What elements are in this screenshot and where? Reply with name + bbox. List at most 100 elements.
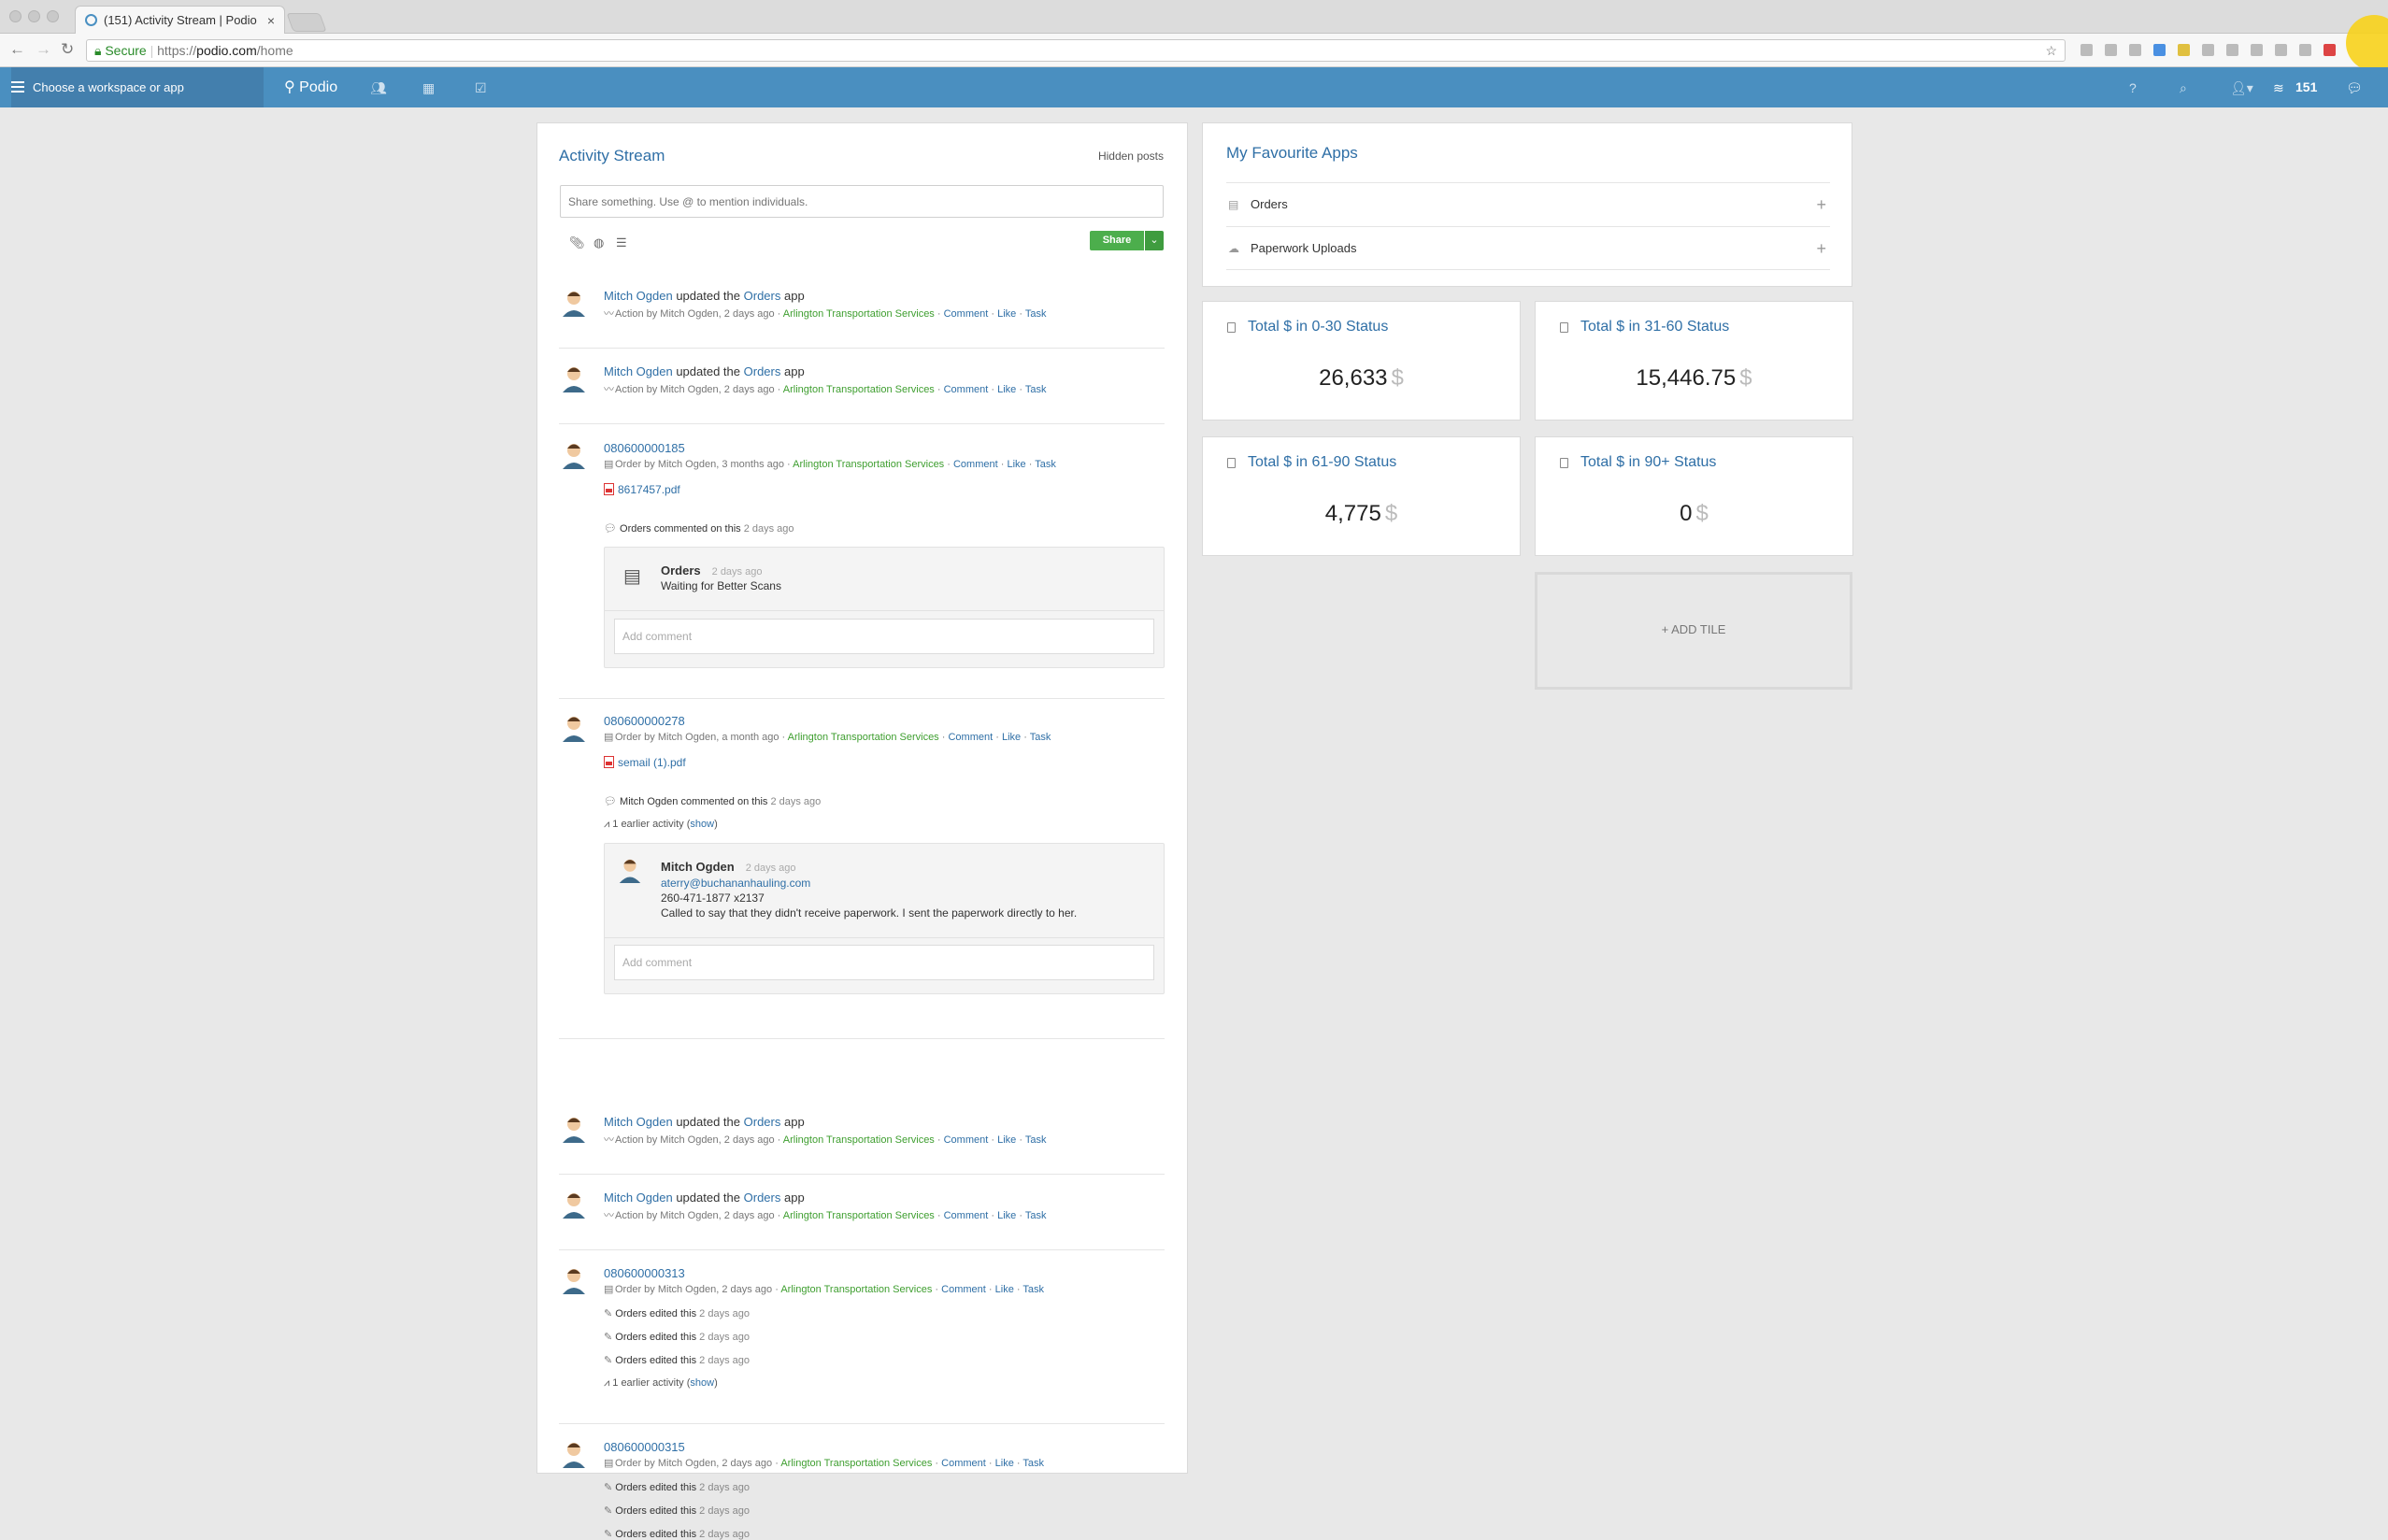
- comment-author[interactable]: Orders: [661, 563, 701, 578]
- add-item-icon[interactable]: +: [1816, 183, 1826, 226]
- avatar[interactable]: [559, 363, 589, 392]
- task-link[interactable]: Task: [1025, 384, 1047, 395]
- comment-link[interactable]: Comment: [944, 1210, 989, 1221]
- workspace-switcher[interactable]: Choose a workspace or app: [11, 67, 264, 107]
- app-link[interactable]: Orders: [744, 364, 781, 378]
- avatar[interactable]: [559, 1189, 589, 1219]
- window-minimize-button[interactable]: [28, 10, 40, 22]
- task-link[interactable]: Task: [1035, 459, 1056, 470]
- avatar[interactable]: [559, 439, 589, 469]
- like-link[interactable]: Like: [997, 384, 1016, 395]
- task-link[interactable]: Task: [1025, 1134, 1047, 1146]
- total-tile[interactable]: Total $ in 61-90 Status 4,775 $: [1202, 436, 1521, 556]
- window-zoom-button[interactable]: [47, 10, 59, 22]
- workspace-link[interactable]: Arlington Transportation Services: [783, 1134, 935, 1146]
- app-link[interactable]: Orders: [744, 1115, 781, 1129]
- notifications-count[interactable]: 151: [2295, 67, 2317, 107]
- browser-tab[interactable]: (151) Activity Stream | Podio ×: [75, 6, 285, 34]
- comment-link[interactable]: Comment: [944, 308, 989, 320]
- extension-icon[interactable]: [2251, 44, 2263, 56]
- window-close-button[interactable]: [9, 10, 21, 22]
- reload-icon[interactable]: ↻: [61, 40, 74, 59]
- task-link[interactable]: Task: [1025, 1210, 1047, 1221]
- workspace-link[interactable]: Arlington Transportation Services: [793, 459, 944, 470]
- avatar[interactable]: [616, 855, 644, 883]
- extension-icon[interactable]: [2153, 44, 2166, 56]
- item-title-link[interactable]: 080600000315: [604, 1440, 685, 1454]
- user-menu-icon[interactable]: 👤︎▾: [2230, 80, 2253, 96]
- forward-arrow-icon[interactable]: →: [36, 40, 51, 59]
- task-link[interactable]: Task: [1025, 308, 1047, 320]
- user-link[interactable]: Mitch Ogden: [604, 1115, 673, 1129]
- extension-icon[interactable]: [2178, 44, 2190, 56]
- add-tile-button[interactable]: + ADD TILE: [1535, 572, 1852, 690]
- podio-logo[interactable]: ⚲ Podio: [284, 67, 337, 107]
- comment-link[interactable]: Comment: [944, 1134, 989, 1146]
- comment-author[interactable]: Mitch Ogden: [661, 860, 735, 874]
- file-link[interactable]: semail (1).pdf: [618, 756, 686, 769]
- extension-icon[interactable]: [2129, 44, 2141, 56]
- app-link[interactable]: Orders: [744, 1191, 781, 1205]
- task-link[interactable]: Task: [1030, 732, 1051, 743]
- extension-icon[interactable]: [2324, 44, 2336, 56]
- extension-icon[interactable]: [2226, 44, 2238, 56]
- total-tile[interactable]: Total $ in 31-60 Status 15,446.75 $: [1535, 301, 1853, 421]
- app-link[interactable]: Orders: [744, 289, 781, 303]
- like-link[interactable]: Like: [997, 1210, 1016, 1221]
- comment-link[interactable]: Comment: [944, 384, 989, 395]
- new-tab-button[interactable]: [286, 13, 327, 32]
- chat-icon[interactable]: 💬︎: [2346, 80, 2363, 96]
- avatar[interactable]: [559, 1113, 589, 1143]
- total-tile[interactable]: Total $ in 0-30 Status 26,633 $: [1202, 301, 1521, 421]
- extension-icon[interactable]: [2105, 44, 2117, 56]
- show-earlier-link[interactable]: show: [690, 819, 714, 830]
- user-link[interactable]: Mitch Ogden: [604, 289, 673, 303]
- help-icon[interactable]: ?: [2129, 80, 2137, 95]
- comment-link[interactable]: Comment: [953, 459, 998, 470]
- workspace-link[interactable]: Arlington Transportation Services: [788, 732, 939, 743]
- workspace-link[interactable]: Arlington Transportation Services: [783, 308, 935, 320]
- like-link[interactable]: Like: [997, 1134, 1016, 1146]
- item-title-link[interactable]: 080600000278: [604, 714, 685, 728]
- address-bar[interactable]: 🔒︎ Secure | https://podio.com/home ☆: [86, 39, 2066, 62]
- avatar[interactable]: [559, 1438, 589, 1468]
- workspace-link[interactable]: Arlington Transportation Services: [780, 1458, 932, 1469]
- task-link[interactable]: Task: [1022, 1458, 1044, 1469]
- search-icon[interactable]: ⌕: [2180, 80, 2187, 96]
- like-link[interactable]: Like: [997, 308, 1016, 320]
- tasks-icon[interactable]: ☑: [475, 80, 487, 96]
- calendar-icon[interactable]: ▦: [422, 80, 435, 96]
- share-dropdown-button[interactable]: ⌄: [1145, 231, 1164, 250]
- like-link[interactable]: Like: [995, 1458, 1014, 1469]
- workspace-link[interactable]: Arlington Transportation Services: [783, 1210, 935, 1221]
- globe-icon[interactable]: ◍: [593, 235, 604, 250]
- add-comment-input[interactable]: Add comment: [614, 619, 1154, 654]
- show-earlier-link[interactable]: show: [690, 1377, 714, 1389]
- extension-icon[interactable]: [2081, 44, 2093, 56]
- tab-close-icon[interactable]: ×: [267, 7, 275, 35]
- workspace-link[interactable]: Arlington Transportation Services: [783, 384, 935, 395]
- avatar[interactable]: [559, 1264, 589, 1294]
- share-button[interactable]: Share: [1090, 231, 1144, 250]
- extension-icon[interactable]: [2202, 44, 2214, 56]
- workspace-link[interactable]: Arlington Transportation Services: [780, 1284, 932, 1295]
- task-link[interactable]: Task: [1022, 1284, 1044, 1295]
- like-link[interactable]: Like: [1002, 732, 1021, 743]
- attach-icon[interactable]: 📎︎: [569, 235, 585, 250]
- bookmark-star-icon[interactable]: ☆: [2045, 40, 2057, 61]
- avatar[interactable]: [559, 287, 589, 317]
- file-link[interactable]: 8617457.pdf: [618, 483, 680, 496]
- like-link[interactable]: Like: [1007, 459, 1025, 470]
- contacts-icon[interactable]: 👥︎: [370, 80, 387, 96]
- format-icon[interactable]: ☰: [616, 235, 627, 250]
- item-title-link[interactable]: 080600000313: [604, 1266, 685, 1280]
- comment-link[interactable]: Comment: [948, 732, 993, 743]
- back-arrow-icon[interactable]: ←: [9, 40, 25, 59]
- add-comment-input[interactable]: Add comment: [614, 945, 1154, 980]
- add-item-icon[interactable]: +: [1816, 227, 1826, 270]
- total-tile[interactable]: Total $ in 90+ Status 0 $: [1535, 436, 1853, 556]
- user-link[interactable]: Mitch Ogden: [604, 1191, 673, 1205]
- comment-email-link[interactable]: aterry@buchananhauling.com: [661, 876, 1077, 891]
- favourite-app-orders[interactable]: ▤ Orders +: [1226, 182, 1830, 226]
- item-title-link[interactable]: 080600000185: [604, 441, 685, 455]
